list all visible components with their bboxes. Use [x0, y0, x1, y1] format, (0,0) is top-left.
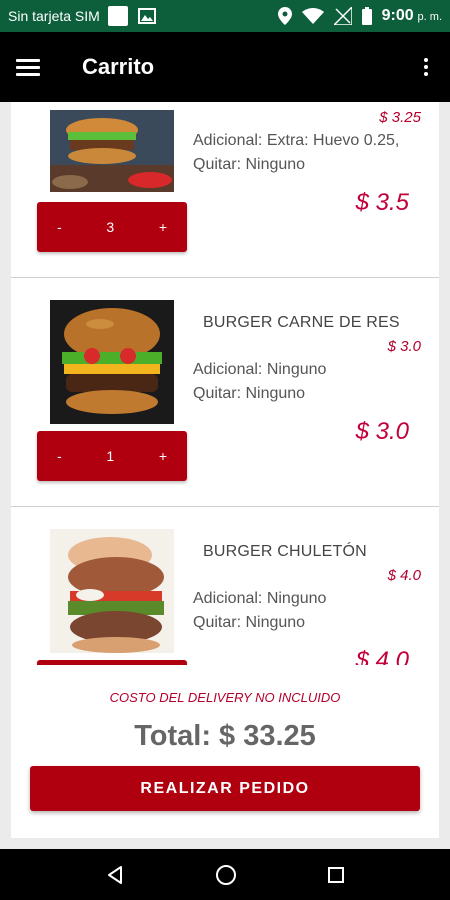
more-options-icon[interactable]	[418, 52, 434, 82]
recents-icon[interactable]	[327, 866, 345, 884]
quantity-value: 3	[106, 219, 115, 235]
place-order-button[interactable]: REALIZAR PEDIDO	[30, 766, 420, 811]
clock-ampm: p. m.	[417, 11, 442, 23]
delivery-note: COSTO DEL DELIVERY NO INCLUIDO	[109, 690, 341, 705]
cart-item: $ 3.25 Adicional: Extra: Huevo 0.25, Qui…	[11, 102, 439, 278]
quantity-value: 1	[106, 448, 115, 464]
home-icon[interactable]	[215, 864, 237, 886]
cart-item: BURGER CARNE DE RES $ 3.0 Adicional: Nin…	[11, 278, 439, 507]
extras-remove: Quitar: Ninguno	[193, 385, 306, 402]
item-total-price: $ 3.5	[355, 189, 409, 216]
extras-additional: Adicional: Ninguno	[193, 361, 327, 378]
decrease-button[interactable]: -	[57, 219, 62, 235]
carrier-label: Sin tarjeta SIM	[8, 8, 100, 24]
item-extras: Adicional: Ninguno Quitar: Ninguno	[193, 587, 423, 635]
unit-price: $ 3.0	[387, 338, 421, 355]
system-nav-bar	[0, 849, 450, 900]
page-title: Carrito	[82, 54, 155, 79]
burger-image	[50, 110, 174, 192]
extras-additional: Adicional: Extra: Huevo 0.25,	[193, 132, 400, 149]
cart-card: $ 3.25 Adicional: Extra: Huevo 0.25, Qui…	[11, 102, 439, 838]
quantity-stepper: - 3 +	[37, 202, 187, 252]
extras-remove: Quitar: Ninguno	[193, 156, 306, 173]
item-extras: Adicional: Ninguno Quitar: Ninguno	[193, 358, 423, 406]
cart-item: BURGER CHULETÓN $ 4.0 Adicional: Ninguno…	[11, 507, 439, 665]
cart-summary: COSTO DEL DELIVERY NO INCLUIDO Total: $ …	[11, 665, 439, 838]
item-name: BURGER CARNE DE RES	[203, 314, 400, 331]
cart-total: Total: $ 33.25	[134, 720, 316, 752]
no-signal-icon	[333, 7, 352, 25]
item-total-price: $ 3.0	[355, 418, 409, 445]
item-name: BURGER CHULETÓN	[203, 543, 367, 560]
decrease-button[interactable]: -	[57, 448, 62, 464]
quantity-stepper: - 1 +	[37, 431, 187, 481]
menu-icon[interactable]	[16, 58, 40, 76]
item-total-price: $ 4.0	[355, 647, 409, 665]
back-icon[interactable]	[105, 865, 125, 885]
item-extras: Adicional: Extra: Huevo 0.25, Quitar: Ni…	[193, 129, 423, 177]
app-bar: Carrito	[0, 32, 450, 102]
location-icon	[277, 7, 292, 25]
notification-icon	[107, 6, 128, 26]
increase-button[interactable]: +	[159, 219, 167, 235]
unit-price: $ 3.25	[379, 109, 421, 126]
image-notification-icon	[137, 8, 156, 24]
battery-icon	[361, 7, 372, 25]
extras-remove: Quitar: Ninguno	[193, 614, 306, 631]
wifi-icon	[301, 8, 324, 24]
status-bar: Sin tarjeta SIM 9:00 p. m.	[0, 0, 450, 32]
extras-additional: Adicional: Ninguno	[193, 590, 327, 607]
burger-image	[50, 300, 174, 424]
unit-price: $ 4.0	[387, 567, 421, 584]
clock-time: 9:00	[381, 7, 414, 24]
cart-items-list[interactable]: $ 3.25 Adicional: Extra: Huevo 0.25, Qui…	[11, 102, 439, 665]
increase-button[interactable]: +	[159, 448, 167, 464]
burger-image	[50, 529, 174, 653]
